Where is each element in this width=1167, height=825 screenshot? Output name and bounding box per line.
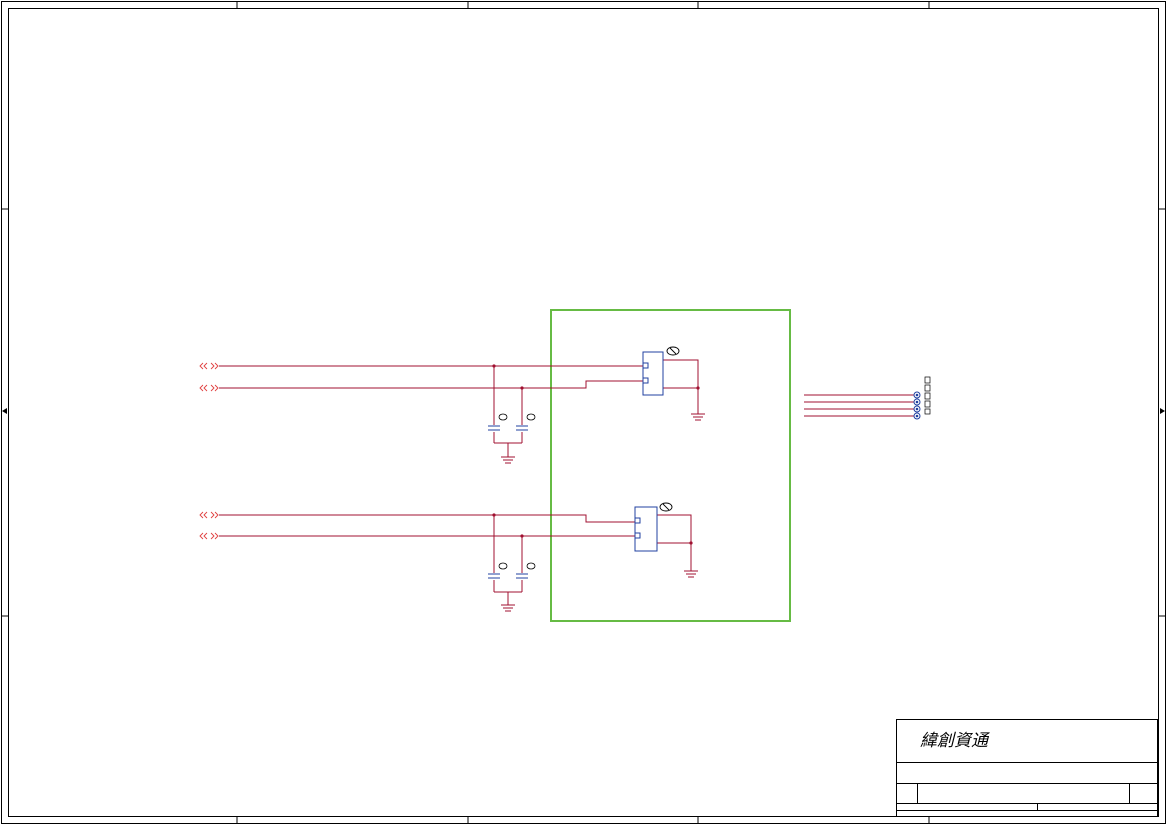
wires <box>219 514 692 605</box>
offpage-connector-icon[interactable] <box>913 391 921 420</box>
capacitor-icon[interactable] <box>488 573 500 579</box>
double-chevron-port-icon[interactable] <box>199 362 219 370</box>
double-chevron-port-icon[interactable] <box>199 384 219 392</box>
connector-ref-marker <box>659 502 673 512</box>
connector-icon[interactable] <box>634 506 658 552</box>
center-marker-right <box>1160 408 1165 414</box>
cap-ref-marker <box>498 413 536 421</box>
connector-ref-marker <box>666 346 680 356</box>
junction-dot-icon <box>492 364 700 390</box>
connector-icon[interactable] <box>642 351 664 396</box>
wires <box>219 359 699 457</box>
capacitor-icon[interactable] <box>516 425 528 431</box>
ground-icon <box>684 570 698 578</box>
highlight-box[interactable] <box>550 309 791 622</box>
capacitor-icon[interactable] <box>488 425 500 431</box>
sheet-frame <box>1 1 1166 824</box>
ground-icon <box>501 604 515 612</box>
cap-ref-marker <box>498 562 536 570</box>
center-marker-left <box>2 408 7 414</box>
schematic-sheet: 緯創資通 <box>1 1 1166 824</box>
upper-circuit <box>199 346 705 464</box>
double-chevron-port-icon[interactable] <box>199 532 219 540</box>
lower-circuit <box>199 502 698 612</box>
wires <box>804 394 914 417</box>
offpage-labels-icon <box>924 376 931 415</box>
bus-connector-group <box>804 376 931 420</box>
ground-icon <box>501 456 515 464</box>
company-name: 緯創資通 <box>920 731 990 751</box>
ground-icon <box>691 413 705 421</box>
capacitor-icon[interactable] <box>516 573 528 579</box>
double-chevron-port-icon[interactable] <box>199 511 219 519</box>
